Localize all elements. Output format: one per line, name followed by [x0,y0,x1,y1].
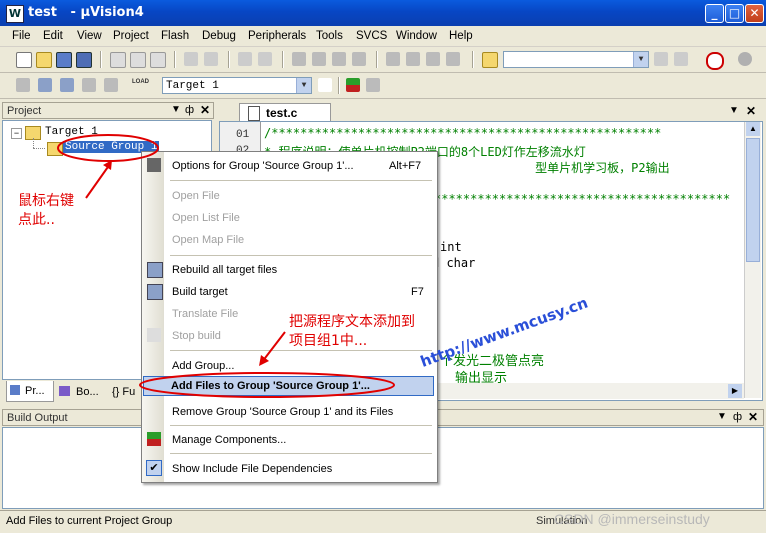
annotation-ellipse-group [57,134,159,162]
arrow-head-icon [259,355,269,366]
annotation-arrow [85,163,111,199]
annotation-right-click-note: 鼠标右键 点此.. [18,193,74,228]
annotation-ellipse-add-files [139,372,395,398]
annotation-arrow [261,331,286,363]
annotation-overlay [57,134,395,398]
annotation-add-files-note: 把源程序文本添加到 项目组1中... [289,314,415,349]
